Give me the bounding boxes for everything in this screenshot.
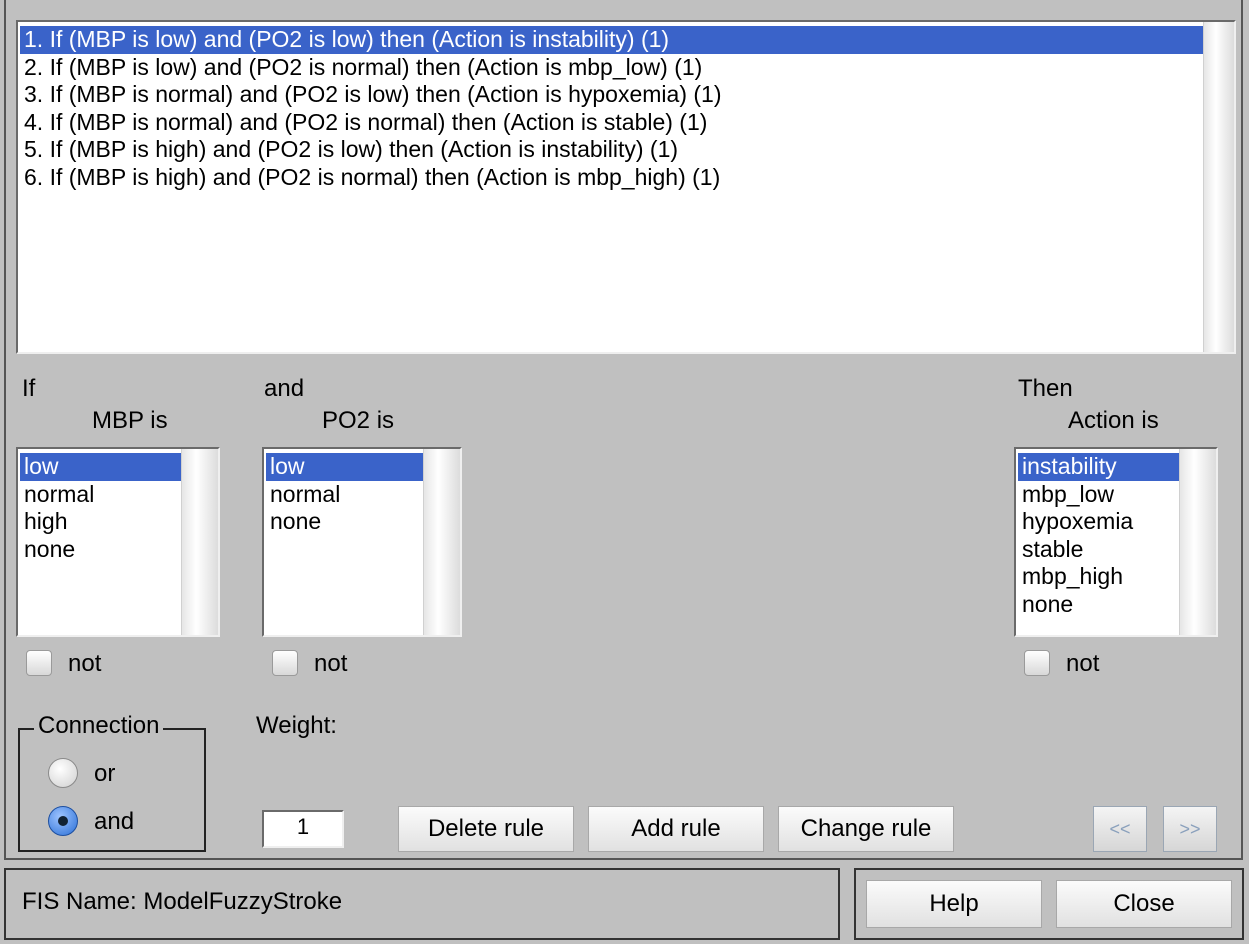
action-option-item[interactable]: none (1018, 591, 1180, 619)
rule-list-item[interactable]: 2. If (MBP is low) and (PO2 is normal) t… (20, 54, 1204, 82)
add-rule-button[interactable]: Add rule (588, 806, 764, 852)
connection-or-label: or (94, 760, 116, 787)
rule-list-item[interactable]: 6. If (MBP is high) and (PO2 is normal) … (20, 164, 1204, 192)
mbp-not-label: not (68, 650, 102, 677)
connection-and-radio[interactable] (48, 806, 78, 836)
mbp-listbox[interactable]: low normal high none (16, 447, 220, 637)
rule-list-item[interactable]: 3. If (MBP is normal) and (PO2 is low) t… (20, 81, 1204, 109)
action-not-label: not (1066, 650, 1100, 677)
po2-listbox[interactable]: low normal none (262, 447, 462, 637)
mbp-option-item[interactable]: none (20, 536, 182, 564)
connection-and-label: and (94, 808, 135, 835)
po2-option-item[interactable]: normal (266, 481, 424, 509)
delete-rule-button[interactable]: Delete rule (398, 806, 574, 852)
po2-title: PO2 is (322, 407, 395, 434)
po2-not-label: not (314, 650, 348, 677)
action-listbox[interactable]: instability mbp_low hypoxemia stable mbp_hig… (1014, 447, 1218, 637)
action-not-checkbox[interactable] (1024, 650, 1050, 676)
mbp-option-item[interactable]: high (20, 508, 182, 536)
fis-name-text: FIS Name: ModelFuzzyStroke (22, 888, 343, 915)
mbp-title: MBP is (92, 407, 168, 434)
po2-option-item[interactable]: low (266, 453, 424, 481)
next-rule-button[interactable]: >> (1163, 806, 1217, 852)
and-label: and (264, 375, 305, 402)
rule-list-item[interactable]: 1. If (MBP is low) and (PO2 is low) then… (20, 26, 1204, 54)
connection-or-radio[interactable] (48, 758, 78, 788)
close-button[interactable]: Close (1056, 880, 1232, 928)
help-button[interactable]: Help (866, 880, 1042, 928)
change-rule-button[interactable]: Change rule (778, 806, 954, 852)
action-title: Action is (1068, 407, 1159, 434)
rule-list-item[interactable]: 5. If (MBP is high) and (PO2 is low) the… (20, 136, 1204, 164)
mbp-option-item[interactable]: normal (20, 481, 182, 509)
mbp-option-item[interactable]: low (20, 453, 182, 481)
mbp-not-checkbox[interactable] (26, 650, 52, 676)
mbp-scrollbar[interactable] (181, 449, 218, 635)
rule-list-item[interactable]: 4. If (MBP is normal) and (PO2 is normal… (20, 109, 1204, 137)
action-option-item[interactable]: instability (1018, 453, 1180, 481)
action-option-item[interactable]: stable (1018, 536, 1180, 564)
po2-option-item[interactable]: none (266, 508, 424, 536)
action-option-item[interactable]: mbp_low (1018, 481, 1180, 509)
then-label: Then (1018, 375, 1073, 402)
rules-scrollbar[interactable] (1203, 22, 1234, 352)
prev-rule-button[interactable]: << (1093, 806, 1147, 852)
action-option-item[interactable]: hypoxemia (1018, 508, 1180, 536)
po2-scrollbar[interactable] (423, 449, 460, 635)
action-scrollbar[interactable] (1179, 449, 1216, 635)
weight-input[interactable]: 1 (262, 810, 344, 848)
po2-not-checkbox[interactable] (272, 650, 298, 676)
connection-title: Connection (34, 712, 164, 740)
action-option-item[interactable]: mbp_high (1018, 563, 1180, 591)
weight-label: Weight: (256, 712, 337, 739)
if-label: If (22, 375, 36, 402)
rules-listbox[interactable]: 1. If (MBP is low) and (PO2 is low) then… (16, 20, 1236, 354)
